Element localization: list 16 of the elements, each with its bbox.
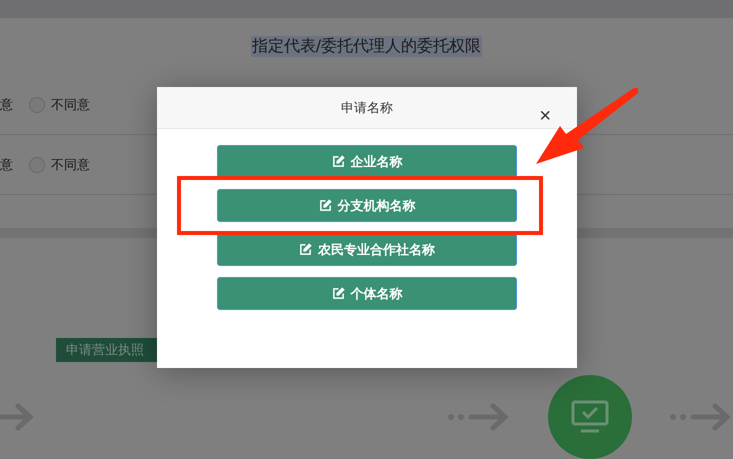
section-title: 指定代表/委托代理人的委托权限 (250, 36, 482, 57)
edit-icon (332, 287, 344, 300)
edit-icon (318, 199, 332, 212)
dialog-title: 申请名称 (341, 100, 393, 116)
monitor-icon (571, 400, 609, 434)
name-type-button[interactable]: 个体名称 (217, 277, 517, 310)
name-type-button[interactable]: 分支机构名称 (217, 189, 517, 222)
name-type-button[interactable]: 农民专业合作社名称 (217, 233, 517, 266)
name-type-button[interactable]: 企业名称 (217, 145, 517, 178)
edit-icon (332, 155, 344, 168)
option-label: 意 (0, 96, 13, 114)
option-label: 不同意 (51, 156, 90, 174)
edit-icon (299, 243, 312, 256)
option-label: 意 (0, 156, 13, 174)
close-button[interactable]: × (539, 107, 551, 125)
option-label: 不同意 (51, 96, 90, 114)
